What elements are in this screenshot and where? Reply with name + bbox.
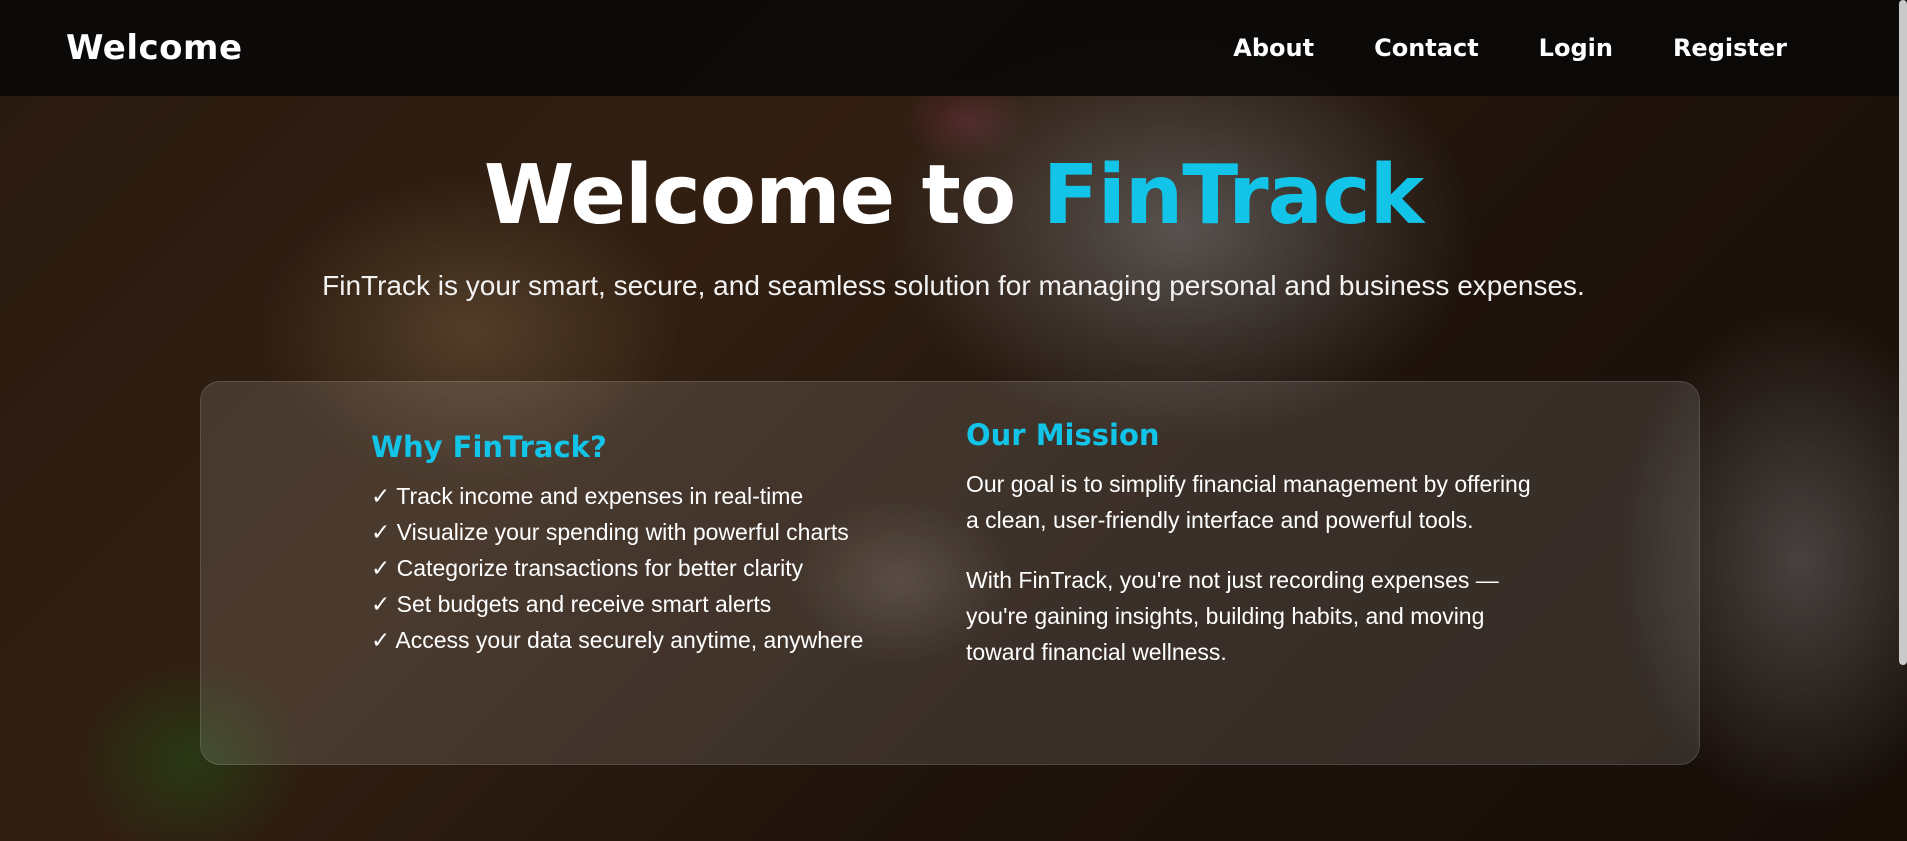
hero-title: Welcome to FinTrack <box>0 148 1907 243</box>
feature-item: ✓ Visualize your spending with powerful … <box>371 519 849 545</box>
feature-item: ✓ Track income and expenses in real-time <box>371 483 804 509</box>
hero-title-accent: FinTrack <box>1042 148 1424 243</box>
feature-item: ✓ Set budgets and receive smart alerts <box>371 591 772 617</box>
nav-link-register[interactable]: Register <box>1673 34 1787 62</box>
feature-list: ✓ Track income and expenses in real-time… <box>371 478 863 658</box>
brand-logo[interactable]: Welcome <box>66 28 243 68</box>
feature-item: ✓ Access your data securely anytime, any… <box>371 627 864 653</box>
mission-paragraph: Our goal is to simplify financial manage… <box>966 471 1531 533</box>
why-section: Why FinTrack? ✓ Track income and expense… <box>371 430 863 658</box>
hero-title-prefix: Welcome to <box>483 148 1043 243</box>
nav-link-login[interactable]: Login <box>1539 34 1613 62</box>
nav-links: About Contact Login Register <box>1233 34 1787 62</box>
hero-subtitle: FinTrack is your smart, secure, and seam… <box>322 270 1585 301</box>
nav-link-about[interactable]: About <box>1233 34 1314 62</box>
mission-paragraph: With FinTrack, you're not just recording… <box>966 567 1499 665</box>
mission-section: Our Mission Our goal is to simplify fina… <box>966 418 1546 694</box>
why-heading: Why FinTrack? <box>371 430 607 464</box>
mission-heading: Our Mission <box>966 418 1160 452</box>
nav-link-contact[interactable]: Contact <box>1374 34 1479 62</box>
feature-item: ✓ Categorize transactions for better cla… <box>371 555 804 581</box>
navbar: Welcome About Contact Login Register <box>0 0 1907 96</box>
scrollbar[interactable] <box>1899 0 1907 665</box>
